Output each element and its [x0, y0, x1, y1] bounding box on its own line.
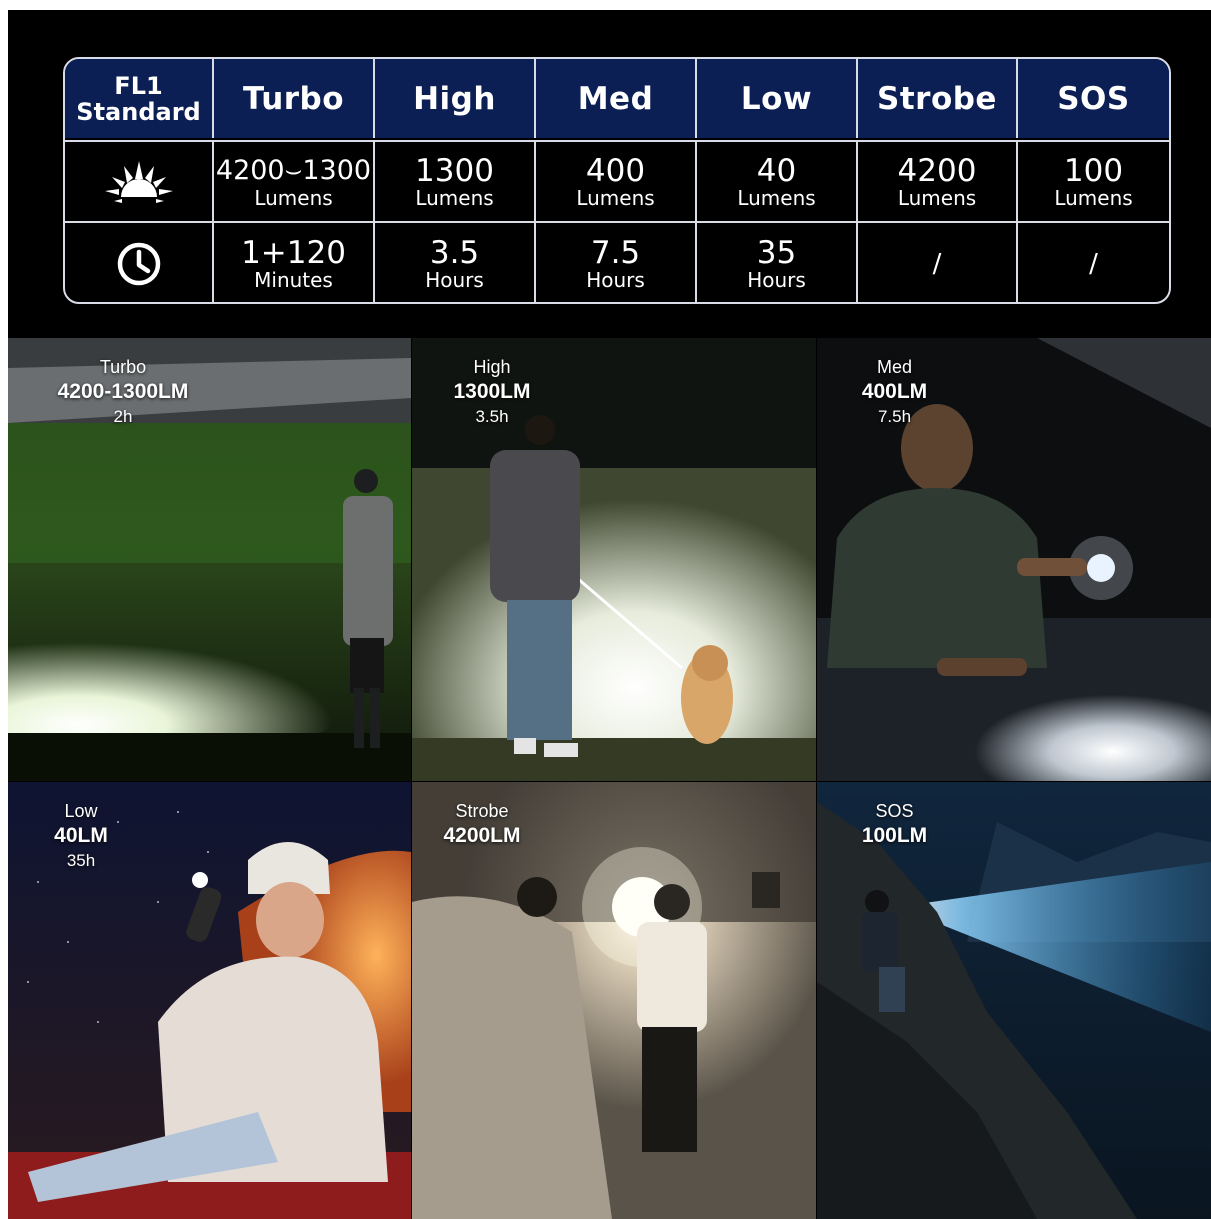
photo-turbo: Turbo 4200-1300LM 2h	[8, 338, 411, 781]
brightness-low: 40 Lumens	[695, 142, 856, 221]
clock-icon	[117, 242, 160, 285]
brightness-turbo: 4200⌣1300 Lumens	[212, 142, 373, 221]
corner-cell: FL1 Standard	[65, 59, 212, 138]
header-strobe: Strobe	[856, 59, 1016, 138]
brightness-sos: 100 Lumens	[1016, 142, 1169, 221]
header-sos: SOS	[1016, 59, 1169, 138]
photo-high: High 1300LM 3.5h	[412, 338, 816, 781]
standard-label: Standard	[76, 97, 201, 126]
model-name: FL1	[114, 71, 163, 100]
runtime-turbo: 1+120 Minutes	[212, 223, 373, 302]
runtime-med: 7.5 Hours	[534, 223, 695, 302]
runtime-low: 35 Hours	[695, 223, 856, 302]
brightness-row-label	[65, 142, 212, 221]
brightness-med: 400 Lumens	[534, 142, 695, 221]
product-infographic: FL1 Standard Turbo High Med Low Strobe S…	[8, 10, 1211, 1219]
runtime-row-label	[65, 223, 212, 302]
mode-photo-grid: Turbo 4200-1300LM 2h High 1300LM 3.5h Me…	[8, 338, 1211, 1219]
brightness-row: 4200⌣1300 Lumens 1300 Lumens 400 Lumens 40 L…	[65, 140, 1169, 221]
runtime-sos: /	[1016, 223, 1169, 302]
brightness-high: 1300 Lumens	[373, 142, 534, 221]
brightness-strobe: 4200 Lumens	[856, 142, 1016, 221]
sos-caption: SOS 100LM	[861, 801, 928, 847]
med-caption: Med 400LM 7.5h	[861, 357, 928, 426]
photo-low: Low 40LM 35h	[8, 782, 411, 1219]
high-caption: High 1300LM 3.5h	[453, 357, 531, 426]
low-caption: Low 40LM 35h	[54, 801, 108, 870]
header-turbo: Turbo	[212, 59, 373, 138]
photo-strobe: Strobe 4200LM	[412, 782, 816, 1219]
mode-spec-table: FL1 Standard Turbo High Med Low Strobe S…	[63, 57, 1171, 304]
runtime-high: 3.5 Hours	[373, 223, 534, 302]
header-low: Low	[695, 59, 856, 138]
runtime-row: 1+120 Minutes 3.5 Hours 7.5 Hours 35 Hours /…	[65, 221, 1169, 302]
header-high: High	[373, 59, 534, 138]
table-header-row: FL1 Standard Turbo High Med Low Strobe S…	[65, 59, 1169, 138]
sun-rays-icon	[103, 160, 174, 207]
photo-sos: SOS 100LM	[817, 782, 1211, 1219]
runtime-strobe: /	[856, 223, 1016, 302]
header-med: Med	[534, 59, 695, 138]
photo-med: Med 400LM 7.5h	[817, 338, 1211, 781]
turbo-caption: Turbo 4200-1300LM 2h	[57, 357, 189, 426]
strobe-caption: Strobe 4200LM	[443, 801, 521, 847]
